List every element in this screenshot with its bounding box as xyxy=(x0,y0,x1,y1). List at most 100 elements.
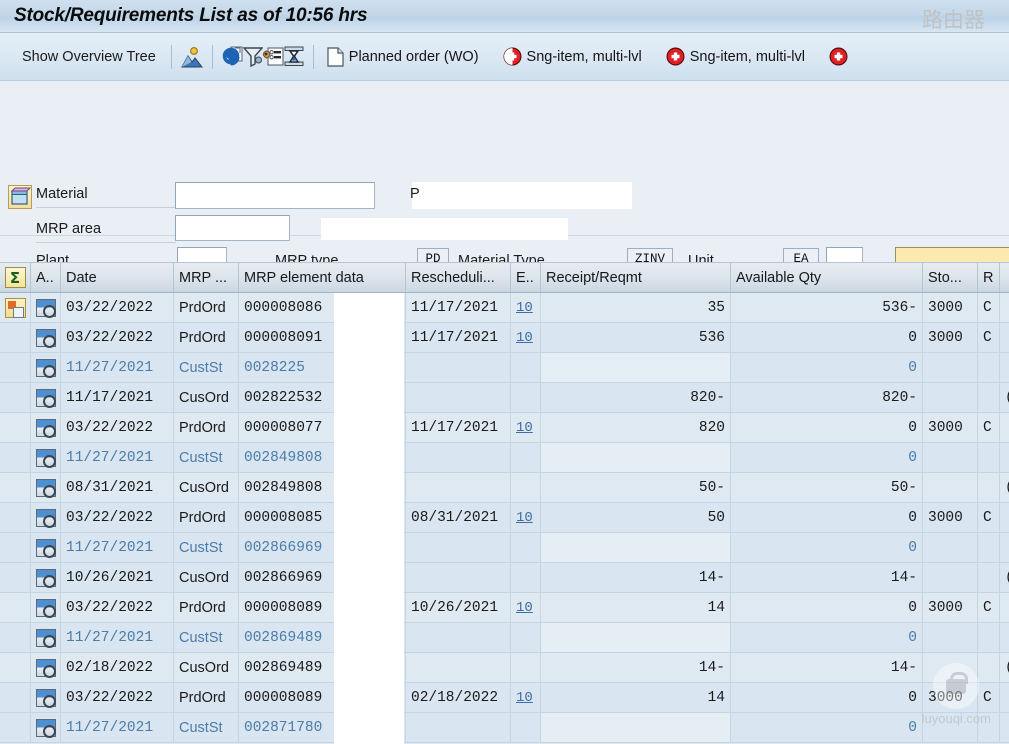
magnifier-detail-icon[interactable] xyxy=(35,418,56,438)
exception-message-link[interactable]: 10 xyxy=(516,510,533,526)
row-select-cell[interactable] xyxy=(0,593,31,622)
hourglass-print-icon[interactable] xyxy=(284,46,304,67)
column-header-label: Rescheduli... xyxy=(411,269,495,286)
table-row[interactable]: 10/26/2021CusOrd00286696914-14-( xyxy=(0,563,1009,593)
magnifier-detail-icon[interactable] xyxy=(35,688,56,708)
user-selection-icon[interactable] xyxy=(262,47,284,67)
row-select-cell[interactable] xyxy=(0,383,31,412)
magnifier-detail-icon[interactable] xyxy=(35,568,56,588)
table-row[interactable]: 11/27/2021 CustSt 002871780 0 xyxy=(0,713,1009,743)
row-select-cell[interactable] xyxy=(0,473,31,502)
mrp-area-input[interactable] xyxy=(175,215,290,241)
column-header-date[interactable]: Date xyxy=(61,263,174,292)
column-header-a[interactable]: A.. xyxy=(31,263,61,292)
sum-sigma-icon[interactable]: Σ xyxy=(4,267,26,288)
row-detail-icon-cell[interactable] xyxy=(31,443,61,472)
magnifier-detail-icon[interactable] xyxy=(35,718,56,738)
exception-message-link[interactable]: 10 xyxy=(516,690,533,706)
table-row[interactable]: 03/22/2022 PrdOrd 000008077 11/17/2021 10 820… xyxy=(0,413,1009,443)
table-row[interactable]: 03/22/2022 PrdOrd 000008091 11/17/2021 10 536… xyxy=(0,323,1009,353)
table-row[interactable]: 11/27/2021 CustSt 0028225 0 xyxy=(0,353,1009,383)
exception-message-link[interactable]: 10 xyxy=(516,330,533,346)
table-row[interactable]: 03/22/2022 PrdOrd 000008085 08/31/2021 10 50 0… xyxy=(0,503,1009,533)
row-select-cell[interactable] xyxy=(0,413,31,442)
refresh-icon[interactable] xyxy=(222,46,243,67)
column-header-e[interactable]: E.. xyxy=(511,263,541,292)
column-header-resched[interactable]: Rescheduli... xyxy=(406,263,511,292)
magnifier-detail-icon[interactable] xyxy=(35,598,56,618)
column-header-receipt[interactable]: Receipt/Reqmt xyxy=(541,263,731,292)
row-detail-icon-cell[interactable] xyxy=(31,653,61,682)
magnifier-detail-icon[interactable] xyxy=(35,298,56,318)
row-select-cell[interactable] xyxy=(0,683,31,712)
row-detail-icon-cell[interactable] xyxy=(31,323,61,352)
magnifier-detail-icon[interactable] xyxy=(35,538,56,558)
row-select-cell[interactable] xyxy=(0,713,31,742)
row-detail-icon-cell[interactable] xyxy=(31,503,61,532)
magnifier-detail-icon[interactable] xyxy=(35,628,56,648)
cell-mrp: CusOrd xyxy=(174,473,239,502)
cell-last xyxy=(1000,323,1009,352)
new-entry-icon[interactable] xyxy=(4,297,26,318)
filter-icon[interactable] xyxy=(242,46,264,68)
table-row[interactable]: 11/27/2021 CustSt 002869489 0 xyxy=(0,623,1009,653)
row-select-cell[interactable] xyxy=(0,653,31,682)
row-select-cell[interactable] xyxy=(0,563,31,592)
row-detail-icon-cell[interactable] xyxy=(31,383,61,412)
sng-item-multi-lvl-button-1[interactable]: Sng-item, multi-lvl xyxy=(499,45,646,68)
cell-mrp: CustSt xyxy=(174,533,239,562)
row-detail-icon-cell[interactable] xyxy=(31,563,61,592)
magnifier-detail-icon[interactable] xyxy=(35,448,56,468)
column-header-last[interactable] xyxy=(1000,263,1009,292)
row-select-cell[interactable] xyxy=(0,293,31,322)
magnifier-detail-icon[interactable] xyxy=(35,388,56,408)
table-row[interactable]: 08/31/2021CusOrd00284980850-50-( xyxy=(0,473,1009,503)
magnifier-detail-icon[interactable] xyxy=(35,508,56,528)
mrp-area-description-input[interactable] xyxy=(321,218,568,240)
row-detail-icon-cell[interactable] xyxy=(31,293,61,322)
column-header-element[interactable]: MRP element data xyxy=(239,263,406,292)
exception-message-link[interactable]: 10 xyxy=(516,420,533,436)
overview-tree-icon[interactable] xyxy=(180,46,203,68)
show-overview-tree-button[interactable]: Show Overview Tree xyxy=(16,49,162,65)
table-row[interactable]: 03/22/2022 PrdOrd 000008089 10/26/2021 10 14 0… xyxy=(0,593,1009,623)
row-select-cell[interactable] xyxy=(0,323,31,352)
table-row[interactable]: 03/22/2022 PrdOrd 000008086 11/17/2021 10 35 5… xyxy=(0,293,1009,323)
row-detail-icon-cell[interactable] xyxy=(31,413,61,442)
column-header-sum[interactable]: Σ xyxy=(0,263,31,292)
row-select-cell[interactable] xyxy=(0,623,31,652)
table-row[interactable]: 11/27/2021 CustSt 002849808 0 xyxy=(0,443,1009,473)
row-select-cell[interactable] xyxy=(0,533,31,562)
column-header-mrp[interactable]: MRP ... xyxy=(174,263,239,292)
material-description-input[interactable] xyxy=(412,182,632,209)
magnifier-detail-icon[interactable] xyxy=(35,658,56,678)
magnifier-detail-icon[interactable] xyxy=(35,478,56,498)
row-detail-icon-cell[interactable] xyxy=(31,713,61,742)
table-row[interactable]: 11/17/2021CusOrd002822532820-820-( xyxy=(0,383,1009,413)
row-detail-icon-cell[interactable] xyxy=(31,533,61,562)
row-detail-icon-cell[interactable] xyxy=(31,593,61,622)
sng-item-ball-icon xyxy=(666,47,685,66)
magnifier-detail-icon[interactable] xyxy=(35,328,56,348)
exception-message-link[interactable]: 10 xyxy=(516,600,533,616)
column-header-available[interactable]: Available Qty xyxy=(731,263,923,292)
cell-receipt: 50- xyxy=(541,473,731,502)
table-row[interactable]: 02/18/2022CusOrd00286948914-14-( xyxy=(0,653,1009,683)
row-detail-icon-cell[interactable] xyxy=(31,683,61,712)
material-master-icon[interactable] xyxy=(8,185,32,209)
row-select-cell[interactable] xyxy=(0,353,31,382)
row-select-cell[interactable] xyxy=(0,503,31,532)
material-input[interactable] xyxy=(175,182,375,209)
sng-item-multi-lvl-button-2[interactable]: Sng-item, multi-lvl xyxy=(662,45,809,68)
row-select-cell[interactable] xyxy=(0,443,31,472)
row-detail-icon-cell[interactable] xyxy=(31,623,61,652)
magnifier-detail-icon[interactable] xyxy=(35,358,56,378)
table-row[interactable]: 03/22/2022 PrdOrd 000008089 02/18/2022 10 14 0… xyxy=(0,683,1009,713)
exception-message-link[interactable]: 10 xyxy=(516,300,533,316)
planned-order-wo-button[interactable]: Planned order (WO) xyxy=(323,45,483,69)
cell-last xyxy=(1000,593,1009,622)
row-detail-icon-cell[interactable] xyxy=(31,353,61,382)
row-detail-icon-cell[interactable] xyxy=(31,473,61,502)
table-row[interactable]: 11/27/2021 CustSt 002866969 0 xyxy=(0,533,1009,563)
sng-item-multi-lvl-button-3[interactable] xyxy=(825,45,852,68)
